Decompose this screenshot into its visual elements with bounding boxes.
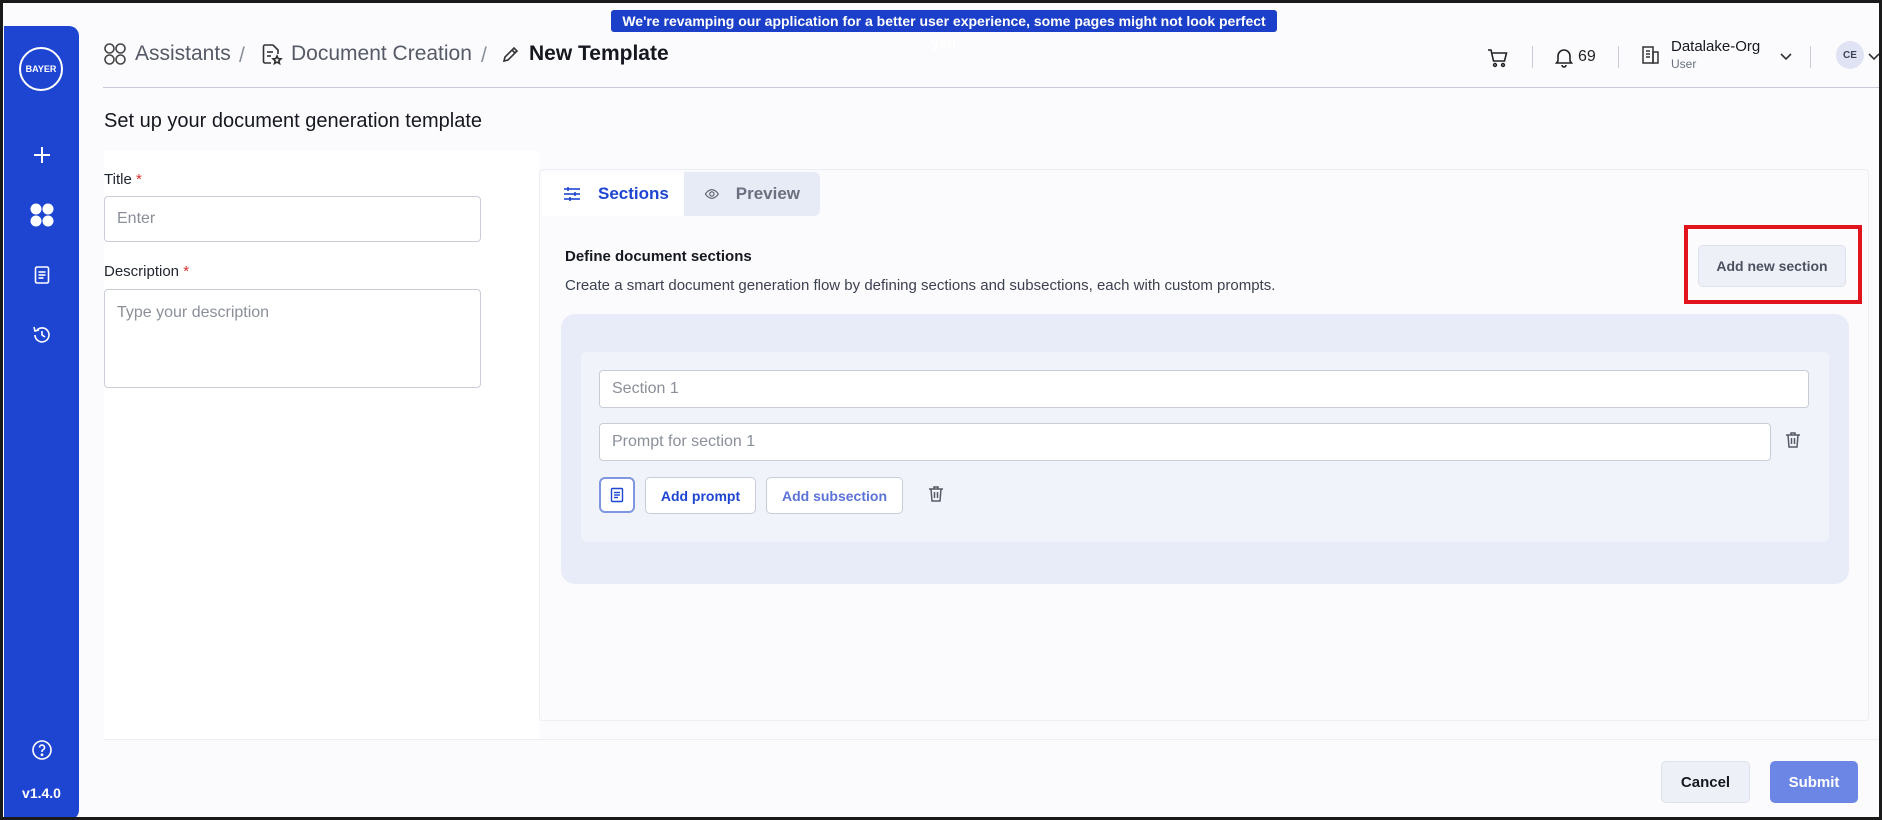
section-card: Section 1 Prompt for section 1 Add promp… <box>581 352 1829 542</box>
sections-panel: Sections Preview Define document section… <box>539 169 1869 721</box>
breadcrumb-assistants[interactable]: Assistants <box>103 42 231 66</box>
notifications-button[interactable] <box>1553 46 1575 73</box>
plus-icon <box>34 147 50 163</box>
logo-text: BAYER <box>25 64 57 74</box>
description-label: Description * <box>104 263 190 280</box>
breadcrumb-separator: / <box>481 44 487 67</box>
document-star-icon <box>262 44 283 66</box>
document-icon <box>34 266 50 284</box>
sections-container: Section 1 Prompt for section 1 Add promp… <box>561 314 1849 584</box>
chevron-down-icon <box>1868 53 1879 61</box>
documents-nav-button[interactable] <box>24 257 60 293</box>
title-input[interactable]: Enter <box>104 196 481 242</box>
section-name-input[interactable]: Section 1 <box>599 370 1809 408</box>
page-title: Set up your document generation template <box>104 110 483 132</box>
top-header: Assistants / Document Creation / New Tem… <box>103 36 1879 88</box>
help-icon <box>32 740 52 760</box>
breadcrumb-label: New Template <box>529 42 669 65</box>
add-subsection-button[interactable]: Add subsection <box>766 477 903 514</box>
app-version: v1.4.0 <box>22 785 61 801</box>
section-prompt-input[interactable]: Prompt for section 1 <box>599 423 1771 461</box>
chevron-down-icon <box>1780 53 1792 61</box>
revamp-banner: We're revamping our application for a be… <box>611 10 1277 51</box>
breadcrumb-label: Document Creation <box>291 42 472 65</box>
apps-outline-icon <box>104 43 126 65</box>
sliders-icon <box>564 187 580 201</box>
tab-sections[interactable]: Sections <box>542 172 689 216</box>
submit-button[interactable]: Submit <box>1770 761 1858 803</box>
pencil-icon <box>502 46 519 63</box>
profile-dropdown[interactable] <box>1868 49 1879 67</box>
bell-icon <box>1554 49 1574 68</box>
sections-heading: Define document sections <box>565 248 752 265</box>
breadcrumb-new-template: New Template <box>501 42 669 66</box>
cart-button[interactable] <box>1486 46 1510 75</box>
breadcrumb-separator: / <box>239 44 245 67</box>
avatar[interactable]: CE <box>1836 41 1864 69</box>
sections-description: Create a smart document generation flow … <box>565 277 1276 294</box>
delete-section-button[interactable] <box>926 484 946 509</box>
trash-icon <box>1786 432 1800 448</box>
apps-grid-icon <box>30 203 54 227</box>
history-icon <box>33 326 50 343</box>
add-prompt-button[interactable]: Add prompt <box>645 477 756 514</box>
trash-icon <box>929 486 943 502</box>
new-button[interactable] <box>24 137 60 173</box>
org-dropdown[interactable] <box>1779 49 1793 68</box>
description-textarea[interactable]: Type your description <box>104 289 481 388</box>
divider <box>1618 46 1619 68</box>
org-role: User <box>1671 57 1697 71</box>
template-form: Title * Enter Description * Type your de… <box>104 151 539 739</box>
divider <box>1532 46 1533 68</box>
bayer-logo[interactable]: BAYER <box>19 47 63 91</box>
org-building-icon <box>1639 44 1661 71</box>
cart-icon <box>1488 49 1508 68</box>
sidebar: BAYER v1.4.0 <box>4 26 79 817</box>
breadcrumb-document-creation[interactable]: Document Creation <box>259 42 472 66</box>
history-nav-button[interactable] <box>24 317 60 353</box>
footer-divider <box>104 739 1879 740</box>
eye-icon <box>704 189 719 199</box>
org-name[interactable]: Datalake-Org <box>1671 38 1760 55</box>
tab-preview[interactable]: Preview <box>684 172 820 216</box>
app-window: We're revamping our application for a be… <box>0 0 1882 820</box>
divider <box>1810 46 1811 68</box>
assistants-nav-button[interactable] <box>24 197 60 233</box>
cancel-button[interactable]: Cancel <box>1661 761 1750 803</box>
title-label: Title * <box>104 171 142 188</box>
highlight-box <box>1684 225 1862 304</box>
breadcrumb-label: Assistants <box>135 42 231 65</box>
prompt-library-button[interactable] <box>599 477 635 513</box>
document-icon <box>610 487 624 503</box>
notification-count: 69 <box>1578 48 1596 65</box>
help-button[interactable] <box>24 732 60 768</box>
delete-prompt-button[interactable] <box>1783 430 1803 455</box>
